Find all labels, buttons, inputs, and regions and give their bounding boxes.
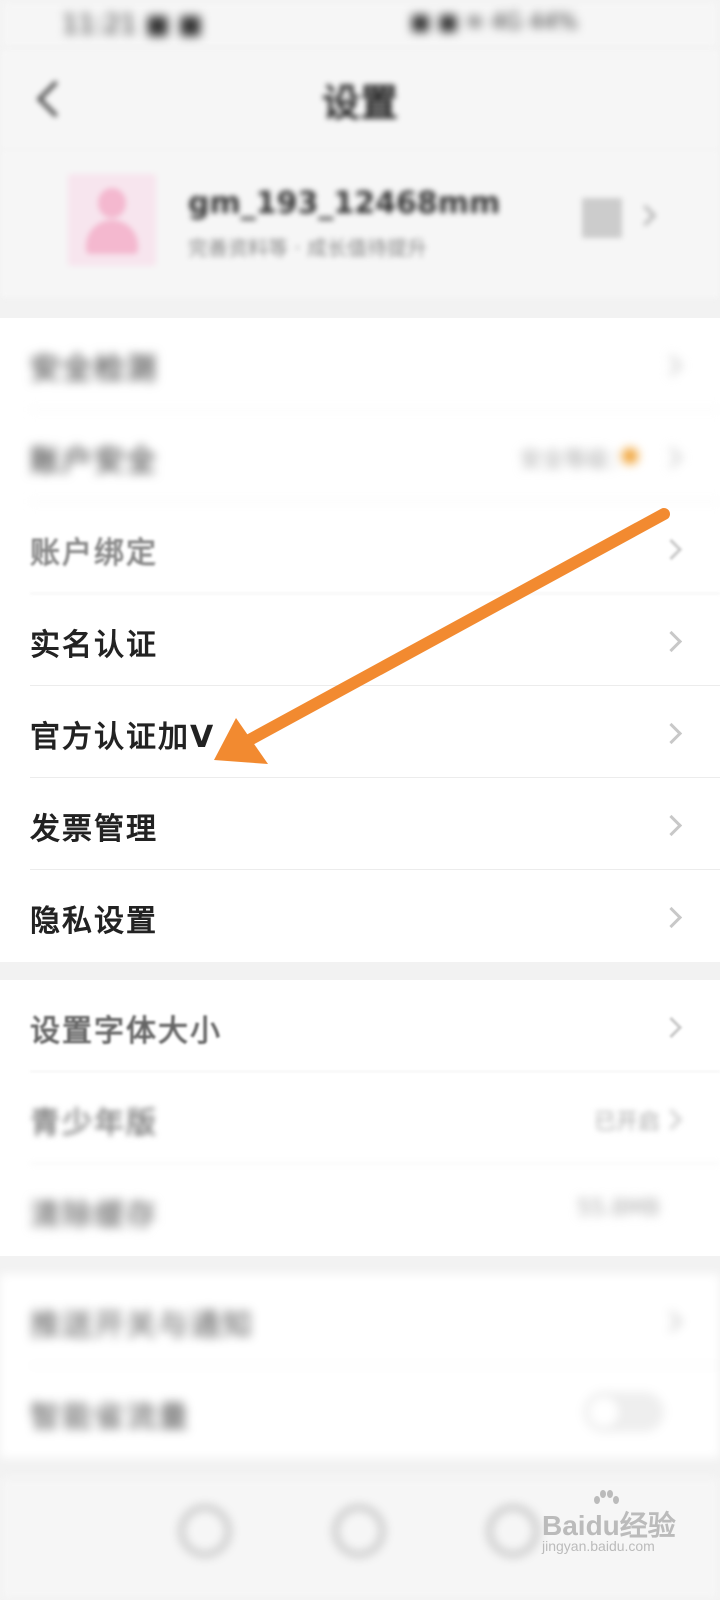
other-settings-section: 推送开关与通知 智能省流量	[0, 1274, 720, 1458]
settings-row-account-security[interactable]: 账户安全 安全等级：	[0, 410, 720, 502]
page-title: 设置	[321, 81, 398, 125]
settings-row-invoice[interactable]: 发票管理	[0, 778, 720, 870]
row-label: 官方认证加V	[30, 720, 216, 755]
chevron-right-icon	[660, 906, 683, 929]
row-label: 推送开关与通知	[30, 1308, 254, 1343]
chevron-right-icon	[660, 1310, 683, 1333]
settings-row-account-binding[interactable]: 账户绑定	[0, 502, 720, 594]
row-label: 账户安全	[30, 444, 158, 479]
profile-card[interactable]: gm_193_12468mm 完善资料等 · 成长值待提升	[0, 150, 720, 298]
row-label: 设置字体大小	[30, 1014, 222, 1049]
row-label: 账户绑定	[30, 536, 158, 571]
account-settings-section: 安全检测 账户安全 安全等级： 账户绑定 实名认证 官方认证加V 发票管理 隐私…	[0, 318, 720, 962]
profile-qr-button[interactable]	[582, 194, 662, 254]
row-value: 安全等级：	[519, 448, 630, 473]
username: gm_193_12468mm	[188, 186, 501, 221]
settings-row-clear-cache[interactable]: 清除缓存 55.8MB	[0, 1164, 720, 1256]
person-avatar-icon	[98, 188, 126, 218]
row-label: 智能省流量	[30, 1400, 190, 1435]
settings-row-official-verify[interactable]: 官方认证加V	[0, 686, 720, 778]
avatar[interactable]	[68, 174, 156, 266]
settings-row-data-saver[interactable]: 智能省流量	[0, 1366, 720, 1458]
status-indicators: ■ ■ ≋ 4G 44%	[410, 10, 578, 35]
row-label: 青少年版	[30, 1106, 158, 1141]
settings-row-real-name[interactable]: 实名认证	[0, 594, 720, 686]
status-bar: 11:21 ■ ■ ■ ■ ≋ 4G 44%	[0, 0, 720, 50]
chevron-right-icon	[660, 446, 683, 469]
chevron-right-icon	[660, 722, 683, 745]
row-label: 发票管理	[30, 812, 158, 847]
settings-row-privacy[interactable]: 隐私设置	[0, 870, 720, 962]
user-subtitle: 完善资料等 · 成长值待提升	[188, 236, 428, 260]
chevron-right-icon	[660, 354, 683, 377]
nav-circle-icon[interactable]	[334, 1506, 384, 1556]
settings-row-security-check[interactable]: 安全检测	[0, 318, 720, 410]
chevron-right-icon	[634, 204, 657, 227]
row-value: 已开启	[593, 1110, 660, 1135]
row-label: 清除缓存	[30, 1198, 158, 1233]
watermark-url: jingyan.baidu.com	[542, 1538, 655, 1554]
row-value: 55.8MB	[576, 1196, 660, 1221]
row-label: 隐私设置	[30, 904, 158, 939]
status-dot	[622, 448, 638, 464]
chevron-right-icon	[660, 1108, 683, 1131]
settings-row-push[interactable]: 推送开关与通知	[0, 1274, 720, 1366]
status-time: 11:21 ■ ■	[62, 10, 203, 40]
nav-back-icon[interactable]	[488, 1506, 538, 1556]
general-settings-section: 设置字体大小 青少年版 已开启 清除缓存 55.8MB	[0, 980, 720, 1256]
nav-home-icon[interactable]	[180, 1506, 230, 1556]
data-saver-toggle[interactable]	[584, 1392, 664, 1432]
watermark: Baidu经验 jingyan.baidu.com	[542, 1490, 712, 1560]
chevron-right-icon	[660, 814, 683, 837]
avatar-body	[86, 220, 138, 254]
toggle-knob	[588, 1396, 620, 1428]
row-label: 实名认证	[30, 628, 158, 663]
settings-row-teen-mode[interactable]: 青少年版 已开启	[0, 1072, 720, 1164]
chevron-right-icon	[660, 630, 683, 653]
row-label: 安全检测	[30, 352, 158, 387]
settings-row-font-size[interactable]: 设置字体大小	[0, 980, 720, 1072]
chevron-right-icon	[660, 1016, 683, 1039]
qr-code-icon	[582, 198, 622, 238]
nav-bar: 设置	[0, 50, 720, 150]
chevron-right-icon	[660, 538, 683, 561]
